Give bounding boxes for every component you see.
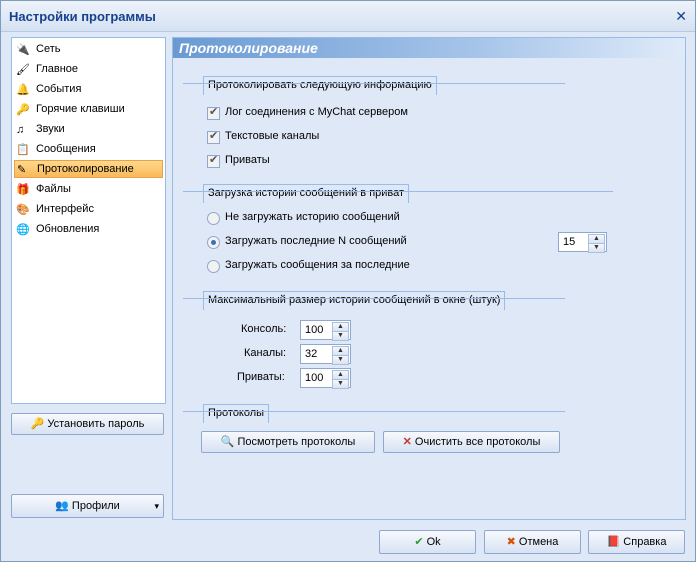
no-history-radio[interactable] [207,212,220,225]
key-icon: 🔑 [16,104,30,116]
cancel-icon: ✖ [506,536,516,548]
settings-window: Настройки программы ✕ 🔌 Сеть 🖌 Главное 🔔 Со… [0,0,696,562]
chevron-down-icon: ▾ [154,501,159,511]
globe-icon: 🌐 [16,224,30,236]
set-password-button[interactable]: 🔑 Установить пароль [11,413,164,435]
last-n-label: Загружать последние N сообщений [225,235,407,247]
channels-label: Каналы: [244,347,287,359]
group-line [183,83,565,84]
log-connection-label: Лог соединения с MyChat сервером [225,106,408,118]
cancel-button[interactable]: ✖ Отмена [484,530,581,554]
view-logs-icon: 🔍 [220,436,235,448]
log-text-channels-label: Текстовые каналы [225,130,320,142]
window-title: Настройки программы [9,9,156,24]
close-icon[interactable]: ✕ [675,8,687,25]
channels-stepper[interactable]: 32 ▲ ▼ [300,344,351,365]
console-label: Консоль: [241,323,287,335]
network-icon: 🔌 [16,44,30,56]
gift-icon: 🎁 [16,184,30,196]
sidebar-item-main[interactable]: 🖌 Главное [14,60,161,78]
protocols-group-title: Протоколы [203,404,270,423]
sidebar-item-files[interactable]: 🎁 Файлы [14,180,161,198]
profiles-button[interactable]: 👥 Профили ▾ [11,494,164,518]
sidebar-item-events[interactable]: 🔔 События [14,80,161,98]
sidebar-item-network[interactable]: 🔌 Сеть [14,40,161,58]
key-icon: 🔑 [30,418,45,430]
clipboard-icon: 📋 [16,144,30,156]
group-line [183,191,613,192]
privates-label: Приваты: [237,371,285,383]
last-period-label: Загружать сообщения за последние [225,259,410,271]
title-bar: Настройки программы ✕ [1,1,695,32]
palette-icon: 🎨 [16,204,30,216]
x-icon: ✕ [402,436,412,448]
brush-icon: 🖌 [16,64,30,76]
sidebar-item-interface[interactable]: 🎨 Интерфейс [14,200,161,218]
log-info-group-title: Протоколировать следующую информацию [203,76,437,95]
log-text-channels-checkbox[interactable]: ✔ [207,130,220,144]
log-connection-checkbox[interactable]: ✔ [207,106,220,120]
music-icon: ♫ [16,124,25,136]
stepper-down-icon[interactable]: ▼ [332,379,349,389]
stepper-down-icon[interactable]: ▼ [332,355,349,365]
sidebar-item-hotkeys[interactable]: 🔑 Горячие клавиши [14,100,161,118]
group-line [183,411,565,412]
no-history-label: Не загружать историю сообщений [225,211,400,223]
group-line [183,298,565,299]
log-privates-label: Приваты [225,154,270,166]
help-button[interactable]: 📕 Справка [588,530,685,554]
book-icon: 📕 [606,536,621,548]
section-header: Протоколирование [173,38,685,58]
ok-button[interactable]: ✔ Ok [379,530,476,554]
privates-stepper[interactable]: 100 ▲ ▼ [300,368,351,389]
history-load-group-title: Загрузка истории сообщений в приват [203,184,410,203]
check-icon: ✔ [414,536,424,548]
main-panel: Протоколирование Протоколировать следующ… [172,37,686,520]
bell-icon: 🔔 [16,84,30,96]
sidebar-item-updates[interactable]: 🌐 Обновления [14,220,161,238]
profiles-icon: 👥 [55,500,69,512]
sidebar: 🔌 Сеть 🖌 Главное 🔔 События 🔑 Горячие клавиши… [11,37,166,404]
clear-protocols-button[interactable]: ✕ Очистить все протоколы [383,431,560,453]
history-max-group-title: Максимальный размер истории сообщений в … [203,291,506,310]
stepper-down-icon[interactable]: ▼ [332,331,349,341]
last-period-radio[interactable] [207,260,220,273]
stepper-down-icon[interactable]: ▼ [588,243,605,253]
last-n-stepper[interactable]: 15 ▲ ▼ [558,232,607,253]
log-privates-checkbox[interactable]: ✔ [207,154,220,168]
console-stepper[interactable]: 100 ▲ ▼ [300,320,351,341]
sidebar-item-logging[interactable]: ✎ Протоколирование [14,160,163,178]
pencil-icon: ✎ [17,164,27,176]
sidebar-item-messages[interactable]: 📋 Сообщения [14,140,161,158]
last-n-radio[interactable] [207,236,220,249]
sidebar-item-sounds[interactable]: ♫ Звуки [14,120,161,138]
view-protocols-button[interactable]: 🔍 Посмотреть протоколы [201,431,375,453]
